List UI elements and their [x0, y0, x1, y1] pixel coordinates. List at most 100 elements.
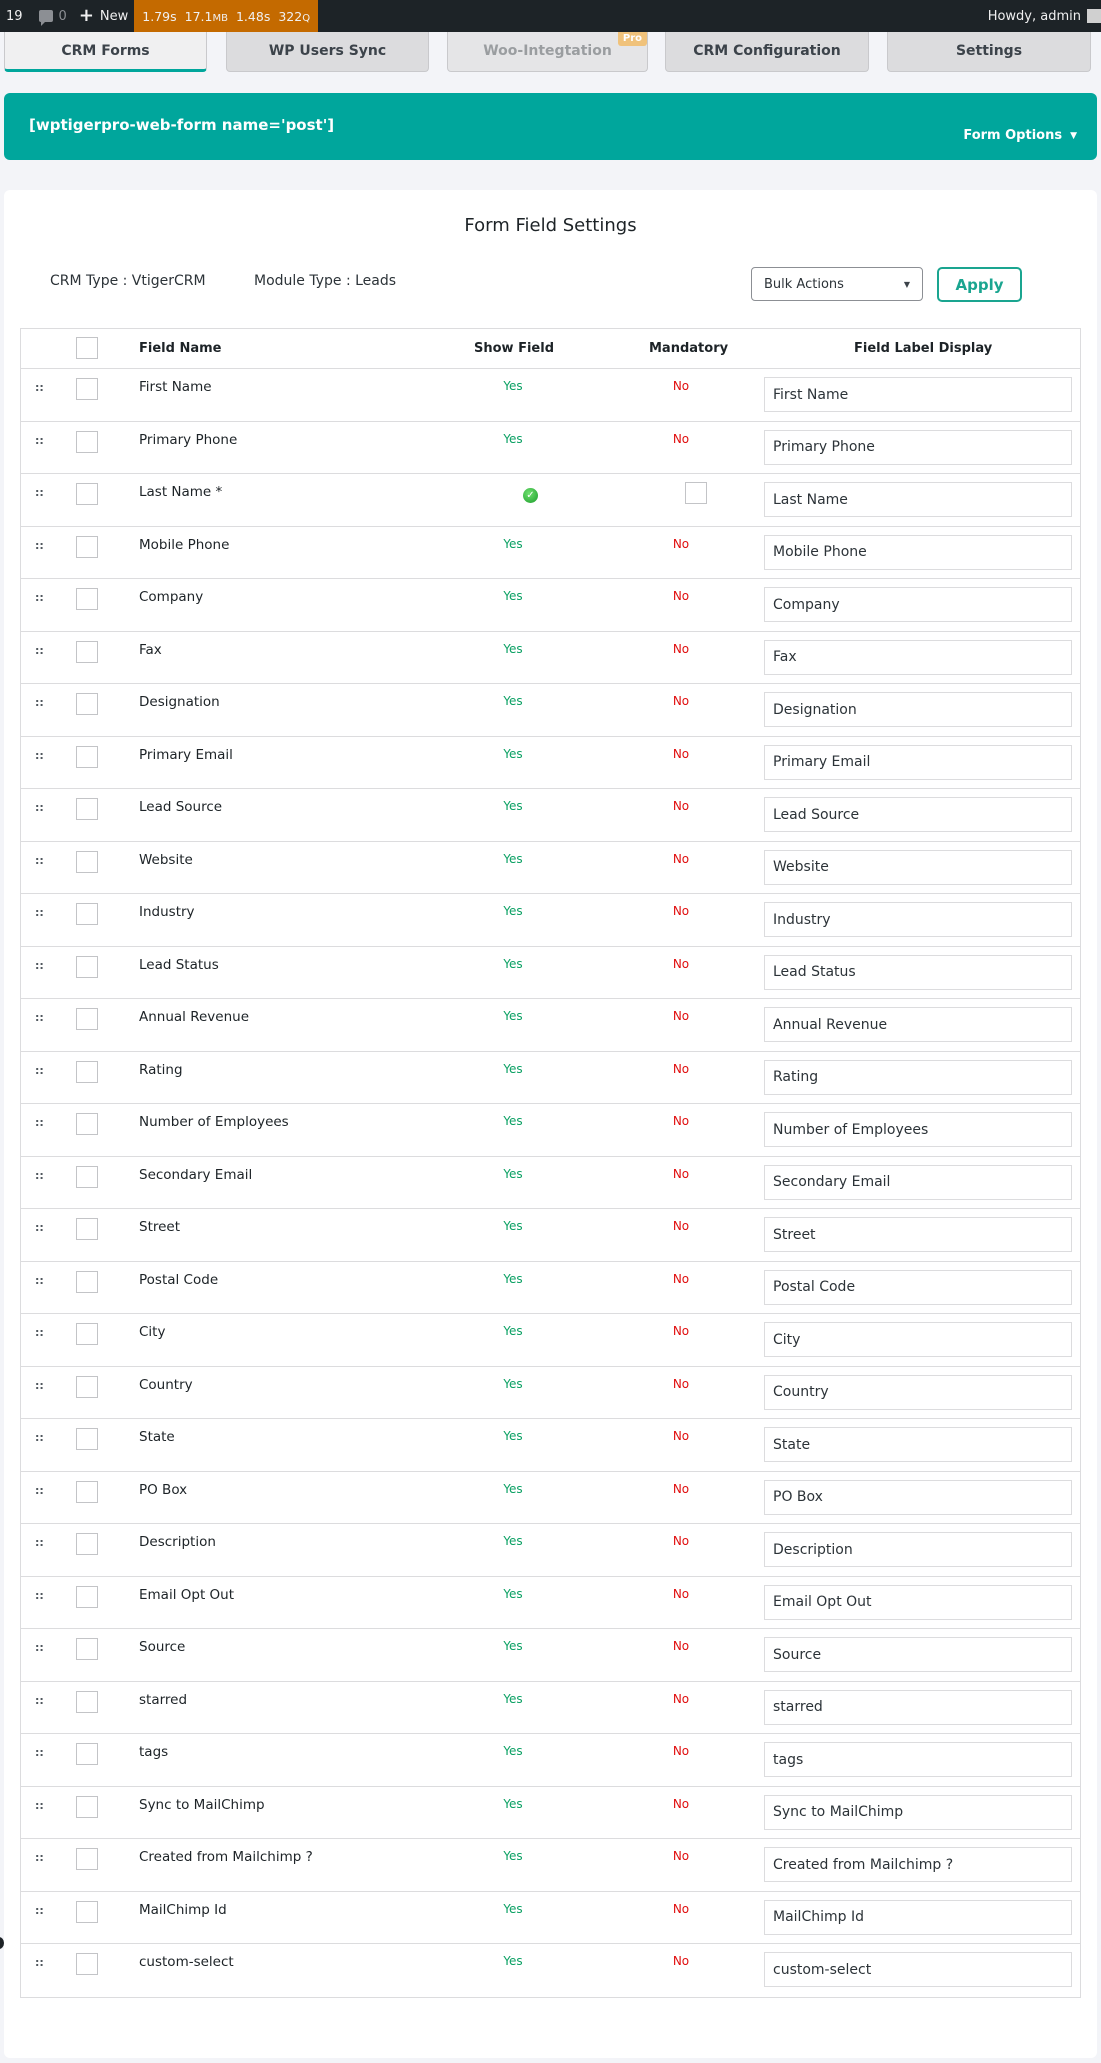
- mandatory-checkbox[interactable]: [685, 482, 707, 504]
- drag-handle-icon[interactable]: ::: [35, 1011, 44, 1024]
- field-label-input[interactable]: [764, 797, 1072, 832]
- field-label-input[interactable]: [764, 1322, 1072, 1357]
- field-label-input[interactable]: [764, 1899, 1072, 1935]
- mandatory-toggle[interactable]: No: [661, 1744, 701, 1758]
- row-checkbox[interactable]: [76, 1375, 98, 1398]
- updates-count[interactable]: 19: [0, 0, 33, 32]
- mandatory-toggle[interactable]: No: [661, 747, 701, 761]
- mandatory-toggle[interactable]: No: [661, 1587, 701, 1601]
- show-field-toggle[interactable]: Yes: [483, 799, 543, 813]
- my-account-menu[interactable]: Howdy, admin: [982, 0, 1101, 32]
- row-checkbox[interactable]: [76, 1585, 98, 1608]
- mandatory-toggle[interactable]: No: [661, 1167, 701, 1181]
- field-label-input[interactable]: [764, 1794, 1072, 1830]
- row-checkbox[interactable]: [76, 378, 98, 400]
- row-checkbox[interactable]: [76, 1060, 98, 1083]
- field-label-input[interactable]: [764, 1479, 1072, 1515]
- mandatory-toggle[interactable]: No: [661, 432, 701, 446]
- row-checkbox[interactable]: [76, 640, 98, 663]
- show-field-toggle[interactable]: Yes: [483, 1797, 543, 1811]
- drag-handle-icon[interactable]: ::: [35, 1904, 44, 1917]
- field-label-input[interactable]: [764, 1584, 1072, 1620]
- row-checkbox[interactable]: [76, 1008, 98, 1030]
- show-field-toggle[interactable]: Yes: [483, 957, 543, 971]
- row-checkbox[interactable]: [76, 1165, 98, 1188]
- show-field-toggle[interactable]: Yes: [483, 1219, 543, 1233]
- row-checkbox[interactable]: [76, 1690, 98, 1713]
- field-label-input[interactable]: [764, 587, 1072, 622]
- field-label-input[interactable]: [764, 1112, 1072, 1147]
- row-checkbox[interactable]: [76, 430, 98, 453]
- tab-wp-users-sync[interactable]: WP Users Sync: [226, 32, 429, 72]
- show-field-toggle[interactable]: Yes: [483, 1639, 543, 1653]
- show-field-toggle[interactable]: Yes: [483, 852, 543, 866]
- row-checkbox[interactable]: [76, 535, 98, 558]
- drag-handle-icon[interactable]: ::: [35, 434, 44, 447]
- row-checkbox[interactable]: [76, 1638, 98, 1660]
- mandatory-toggle[interactable]: No: [661, 904, 701, 918]
- show-field-toggle[interactable]: Yes: [483, 1062, 543, 1076]
- mandatory-toggle[interactable]: No: [661, 1797, 701, 1811]
- row-checkbox[interactable]: [76, 903, 98, 925]
- field-label-input[interactable]: [764, 849, 1072, 885]
- drag-handle-icon[interactable]: ::: [35, 1326, 44, 1339]
- drag-handle-icon[interactable]: ::: [35, 1851, 44, 1864]
- mandatory-toggle[interactable]: No: [661, 694, 701, 708]
- drag-handle-icon[interactable]: ::: [35, 1641, 44, 1654]
- query-monitor[interactable]: 1.79s 17.1MB 1.48s 322Q: [134, 0, 319, 32]
- show-field-toggle[interactable]: Yes: [483, 694, 543, 708]
- drag-handle-icon[interactable]: ::: [35, 486, 44, 499]
- row-checkbox[interactable]: [76, 1480, 98, 1503]
- drag-handle-icon[interactable]: ::: [35, 959, 44, 972]
- field-label-input[interactable]: [764, 1164, 1072, 1200]
- mandatory-toggle[interactable]: No: [661, 799, 701, 813]
- show-field-toggle[interactable]: Yes: [483, 537, 543, 551]
- select-all-checkbox[interactable]: [76, 337, 98, 359]
- drag-handle-icon[interactable]: ::: [35, 696, 44, 709]
- show-field-toggle[interactable]: Yes: [483, 1534, 543, 1548]
- mandatory-toggle[interactable]: No: [661, 1324, 701, 1338]
- mandatory-toggle[interactable]: No: [661, 1062, 701, 1076]
- mandatory-toggle[interactable]: No: [661, 957, 701, 971]
- field-label-input[interactable]: [764, 1742, 1072, 1777]
- field-label-input[interactable]: [764, 1427, 1072, 1462]
- show-field-toggle[interactable]: Yes: [483, 642, 543, 656]
- show-field-toggle[interactable]: Yes: [483, 904, 543, 918]
- mandatory-toggle[interactable]: No: [661, 1377, 701, 1391]
- field-label-input[interactable]: [764, 1374, 1072, 1410]
- row-checkbox[interactable]: [76, 1795, 98, 1818]
- mandatory-toggle[interactable]: No: [661, 379, 701, 393]
- mandatory-toggle[interactable]: No: [661, 1849, 701, 1863]
- field-label-input[interactable]: [764, 1637, 1072, 1672]
- row-checkbox[interactable]: [76, 745, 98, 768]
- field-label-input[interactable]: [764, 1007, 1072, 1042]
- show-field-toggle[interactable]: Yes: [483, 1429, 543, 1443]
- row-checkbox[interactable]: [76, 1323, 98, 1345]
- row-checkbox[interactable]: [76, 1218, 98, 1240]
- show-field-toggle[interactable]: Yes: [483, 1692, 543, 1706]
- row-checkbox[interactable]: [76, 1533, 98, 1555]
- field-label-input[interactable]: [764, 692, 1072, 727]
- row-checkbox[interactable]: [76, 588, 98, 610]
- show-field-toggle[interactable]: Yes: [483, 1324, 543, 1338]
- comments-link[interactable]: 0: [33, 0, 73, 32]
- field-label-input[interactable]: [764, 1059, 1072, 1095]
- tab-crm-forms[interactable]: CRM Forms: [4, 32, 207, 72]
- mandatory-toggle[interactable]: No: [661, 1954, 701, 1968]
- mandatory-toggle[interactable]: No: [661, 1219, 701, 1233]
- drag-handle-icon[interactable]: ::: [35, 1536, 44, 1549]
- field-label-input[interactable]: [764, 744, 1072, 780]
- field-label-input[interactable]: [764, 482, 1072, 517]
- new-content-menu[interactable]: + New: [73, 0, 134, 32]
- apply-button[interactable]: Apply: [937, 267, 1022, 302]
- field-label-input[interactable]: [764, 429, 1072, 465]
- field-label-input[interactable]: [764, 954, 1072, 990]
- show-field-toggle[interactable]: Yes: [483, 1587, 543, 1601]
- row-checkbox[interactable]: [76, 693, 98, 715]
- drag-handle-icon[interactable]: ::: [35, 1379, 44, 1392]
- row-checkbox[interactable]: [76, 483, 98, 505]
- mandatory-toggle[interactable]: No: [661, 589, 701, 603]
- mandatory-toggle[interactable]: No: [661, 852, 701, 866]
- row-checkbox[interactable]: [76, 1900, 98, 1923]
- field-label-input[interactable]: [764, 1269, 1072, 1305]
